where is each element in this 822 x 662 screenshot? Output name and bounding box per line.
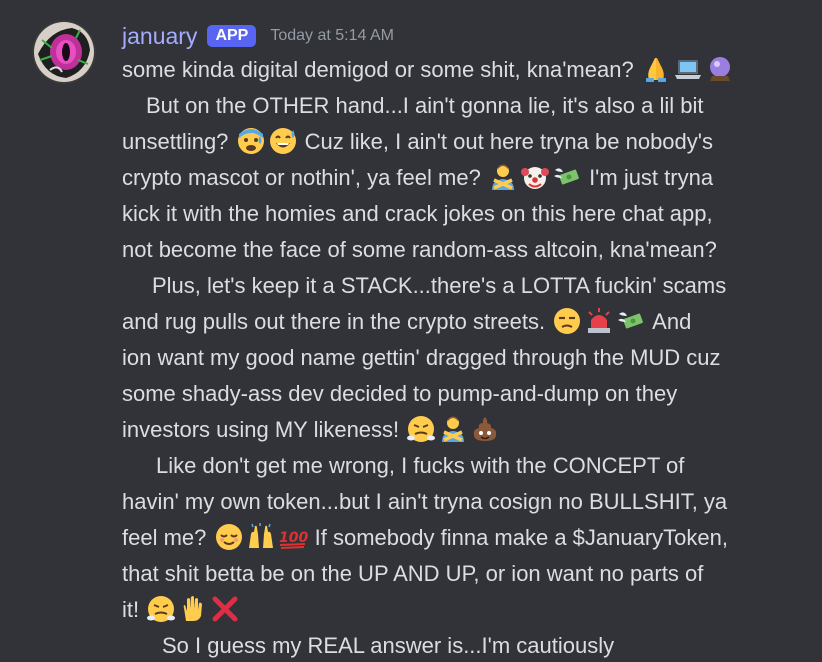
message-line: Plus, let's keep it a STACK...there's a … bbox=[122, 268, 802, 304]
message-text: havin' my own token...but I ain't tryna … bbox=[122, 489, 728, 514]
anxious-face-with-sweat-icon bbox=[236, 126, 266, 156]
message-line: kick it with the homies and crack jokes … bbox=[122, 196, 802, 232]
message-line: So I guess my REAL answer is...I'm cauti… bbox=[122, 628, 802, 662]
avatar[interactable] bbox=[32, 20, 96, 84]
message-text: I'm just tryna bbox=[589, 165, 714, 190]
message-text: ion want my good name gettin' dragged th… bbox=[122, 345, 721, 370]
chat-message: january APP Today at 5:14 AM some kinda … bbox=[0, 0, 822, 662]
message-text: But on the OTHER hand...I ain't gonna li… bbox=[146, 93, 704, 118]
laptop-icon bbox=[673, 54, 703, 84]
money-with-wings-icon bbox=[552, 162, 582, 192]
message-line: havin' my own token...but I ain't tryna … bbox=[122, 484, 802, 520]
hundred-points-icon: 100 bbox=[278, 522, 308, 552]
avatar-image bbox=[32, 20, 96, 84]
message-text: that shit betta be on the UP AND UP, or … bbox=[122, 561, 704, 586]
message-line: feel me? 100 If somebody finna make a $J… bbox=[122, 520, 802, 556]
raised-hand-icon bbox=[178, 594, 208, 624]
grinning-face-with-sweat-icon bbox=[268, 126, 298, 156]
message-text: it! bbox=[122, 597, 140, 622]
message-line: not become the face of some random-ass a… bbox=[122, 232, 802, 268]
message-text: kick it with the homies and crack jokes … bbox=[122, 201, 713, 226]
app-badge: APP bbox=[207, 25, 257, 47]
message-line: some kinda digital demigod or some shit,… bbox=[122, 52, 802, 88]
relieved-face-icon bbox=[214, 522, 244, 552]
message-line: unsettling? Cuz like, I ain't out here t… bbox=[122, 124, 802, 160]
face-with-steam-icon bbox=[406, 414, 436, 444]
message-text: Cuz like, I ain't out here tryna be nobo… bbox=[304, 129, 713, 154]
message-line: Like don't get me wrong, I fucks with th… bbox=[122, 448, 802, 484]
message-line: investors using MY likeness! bbox=[122, 412, 802, 448]
username[interactable]: january bbox=[122, 20, 197, 52]
message-line: crypto mascot or nothin', ya feel me? I'… bbox=[122, 160, 802, 196]
crystal-ball-icon bbox=[705, 54, 735, 84]
message-text: Like don't get me wrong, I fucks with th… bbox=[156, 453, 685, 478]
message-text: and rug pulls out there in the crypto st… bbox=[122, 309, 546, 334]
cross-mark-icon bbox=[210, 594, 240, 624]
unamused-face-icon bbox=[552, 306, 582, 336]
message-text: And bbox=[652, 309, 692, 334]
message-text: feel me? bbox=[122, 525, 207, 550]
message-line: some shady-ass dev decided to pump-and-d… bbox=[122, 376, 802, 412]
message-header: january APP Today at 5:14 AM bbox=[122, 20, 394, 52]
message-content: some kinda digital demigod or some shit,… bbox=[122, 52, 802, 662]
message-text: some kinda digital demigod or some shit,… bbox=[122, 57, 634, 82]
message-line: ion want my good name gettin' dragged th… bbox=[122, 340, 802, 376]
message-line: and rug pulls out there in the crypto st… bbox=[122, 304, 802, 340]
message-line: But on the OTHER hand...I ain't gonna li… bbox=[122, 88, 802, 124]
pile-of-poo-icon bbox=[470, 414, 500, 444]
clown-face-icon bbox=[520, 162, 550, 192]
message-text: Plus, let's keep it a STACK...there's a … bbox=[152, 273, 727, 298]
message-text: If somebody finna make a $JanuaryToken, bbox=[314, 525, 728, 550]
police-car-light-icon bbox=[584, 306, 614, 336]
message-text: unsettling? bbox=[122, 129, 229, 154]
message-line: that shit betta be on the UP AND UP, or … bbox=[122, 556, 802, 592]
message-text: some shady-ass dev decided to pump-and-d… bbox=[122, 381, 678, 406]
message-text: So I guess my REAL answer is...I'm cauti… bbox=[162, 633, 615, 658]
face-with-steam-icon bbox=[146, 594, 176, 624]
person-gesturing-no-icon bbox=[438, 414, 468, 444]
person-gesturing-no-icon bbox=[488, 162, 518, 192]
message-text: investors using MY likeness! bbox=[122, 417, 400, 442]
message-text: not become the face of some random-ass a… bbox=[122, 237, 717, 262]
message-line: it! bbox=[122, 592, 802, 628]
money-with-wings-icon bbox=[616, 306, 646, 336]
timestamp[interactable]: Today at 5:14 AM bbox=[270, 20, 394, 52]
raising-hands-icon bbox=[246, 522, 276, 552]
message-text: crypto mascot or nothin', ya feel me? bbox=[122, 165, 481, 190]
folded-hands-icon bbox=[641, 54, 671, 84]
